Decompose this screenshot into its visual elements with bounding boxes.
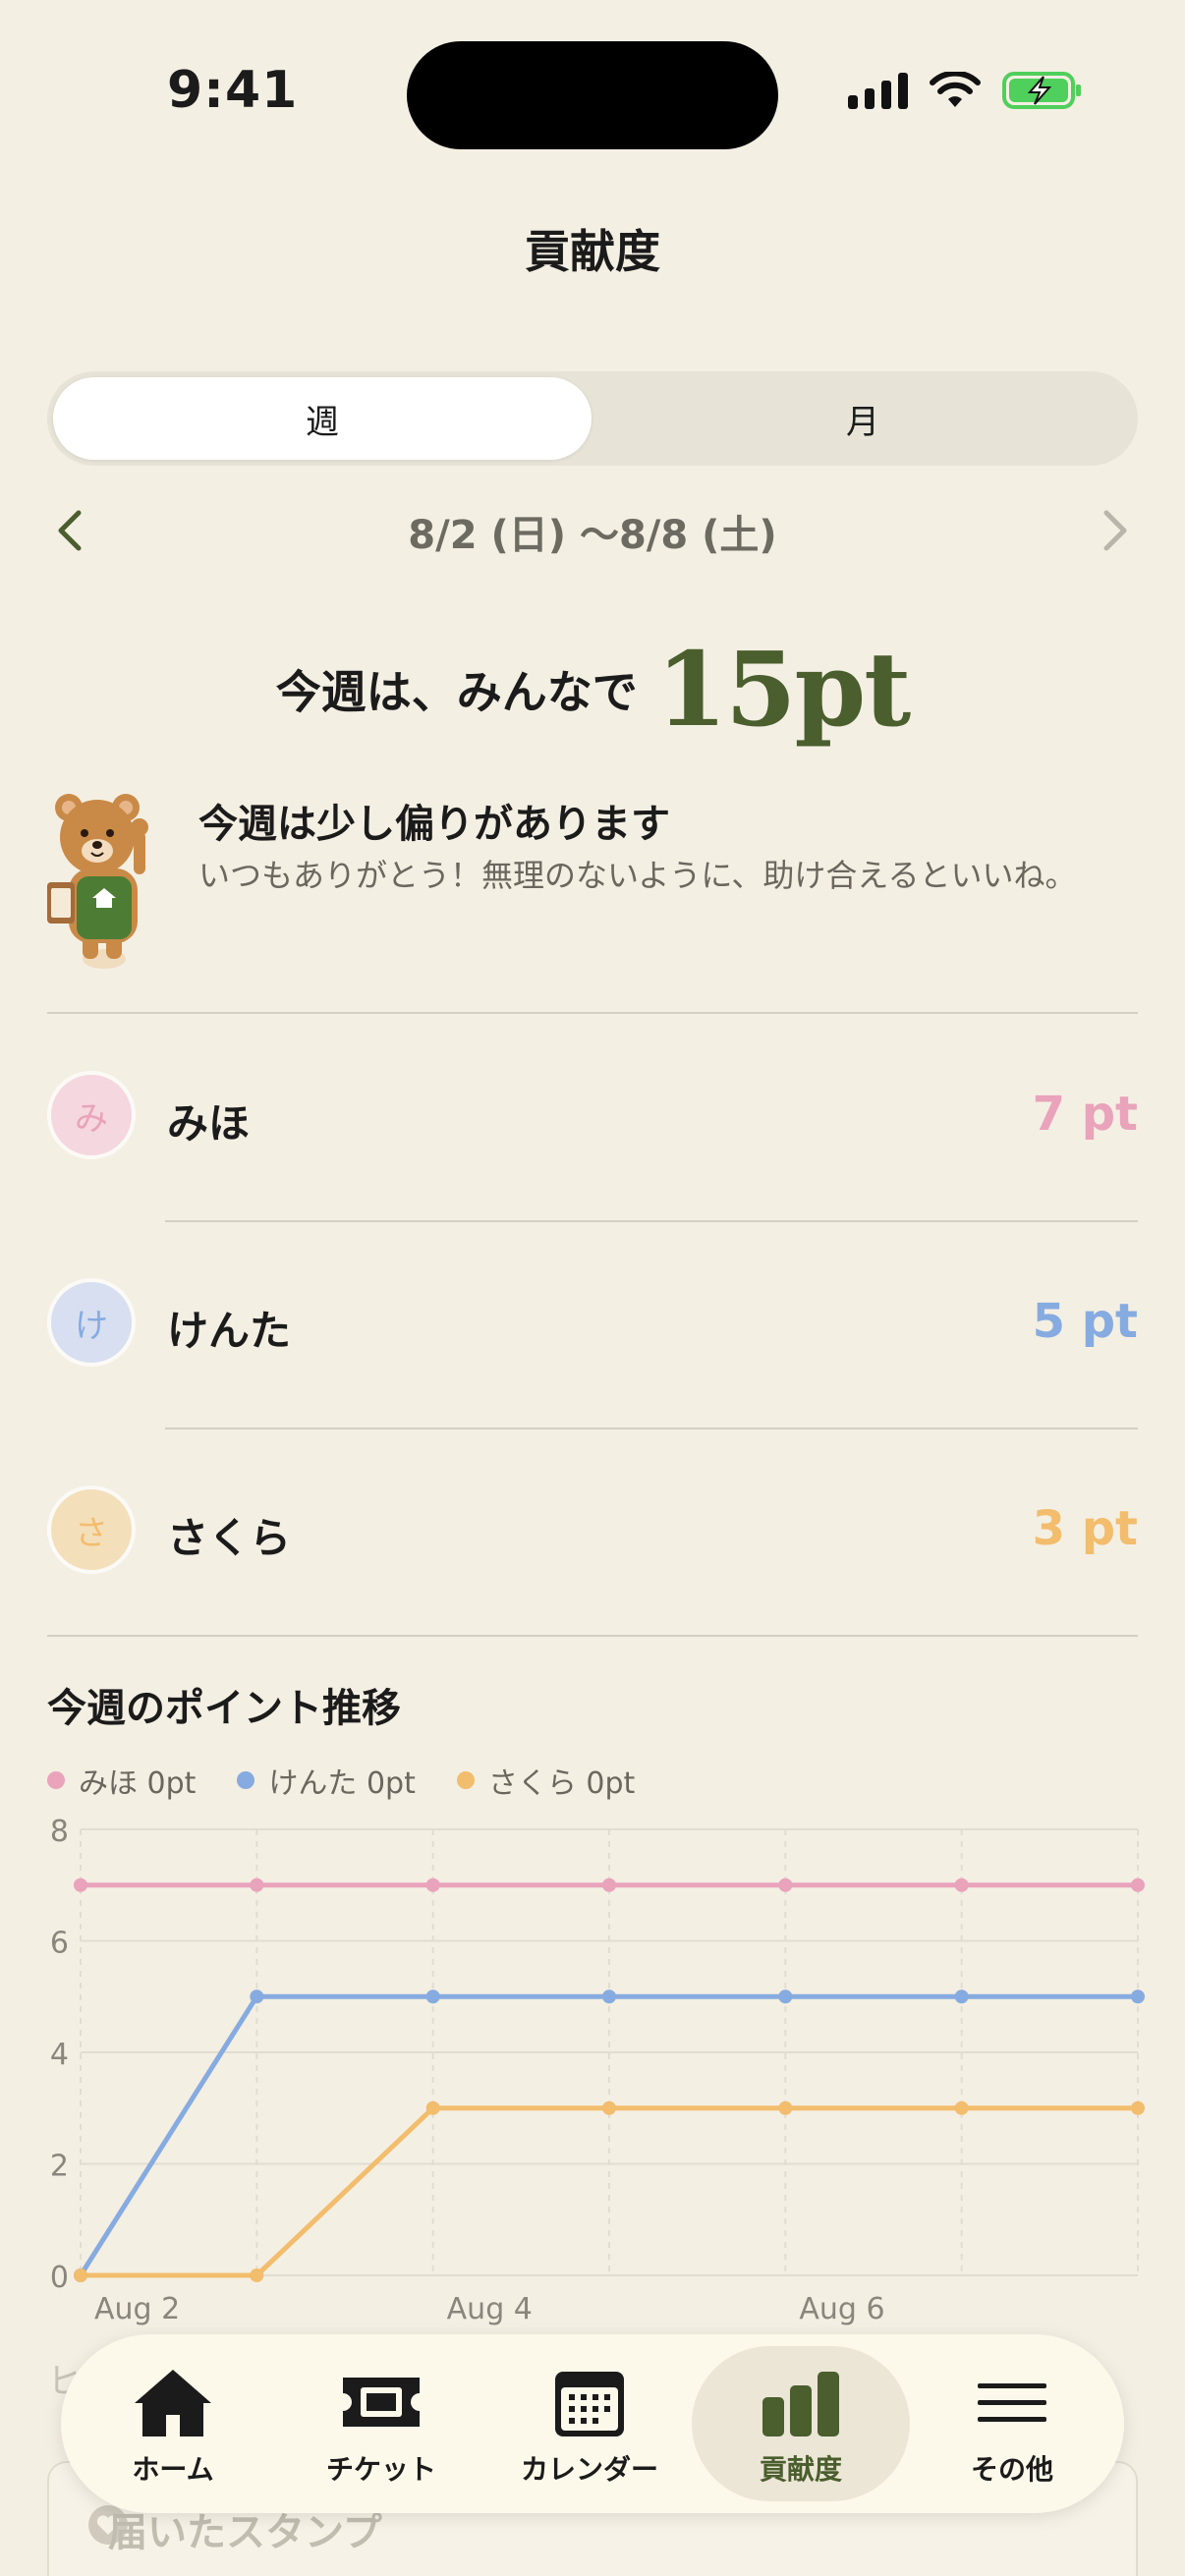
- member-row-kenta[interactable]: け けんた 5 pt: [47, 1221, 1138, 1428]
- tab-label: その他: [970, 2453, 1053, 2486]
- member-name: みほ: [167, 1099, 251, 1148]
- legend-label: みほ 0pt: [79, 1766, 197, 1801]
- tab-bar: ホーム チケット カレンダー 貢献度 その他: [61, 2334, 1124, 2513]
- bar-chart-icon: [762, 2372, 839, 2436]
- avatar-initial: け: [75, 1306, 108, 1346]
- data-point: [74, 1877, 87, 1892]
- cellular-signal-icon: [848, 72, 908, 109]
- x-tick-label: Aug 4: [447, 2292, 533, 2326]
- tab-ticket[interactable]: チケット: [283, 2346, 480, 2501]
- segment-month[interactable]: 月: [593, 377, 1132, 460]
- page-title: 貢献度: [525, 225, 660, 278]
- data-point: [1131, 2100, 1145, 2115]
- tab-calendar[interactable]: カレンダー: [491, 2346, 688, 2501]
- data-point: [778, 1877, 793, 1892]
- legend-item-miho: みほ 0pt: [47, 1759, 196, 1802]
- data-point: [1131, 1989, 1145, 2004]
- data-point: [778, 2100, 793, 2115]
- y-tick-label: 4: [50, 2038, 69, 2072]
- tab-more[interactable]: その他: [914, 2346, 1110, 2501]
- data-point: [425, 1877, 440, 1892]
- x-tick-label: Aug 2: [94, 2292, 180, 2326]
- chevron-right-icon[interactable]: [1089, 505, 1138, 556]
- member-name: さくら: [167, 1514, 292, 1562]
- home-icon: [135, 2370, 211, 2436]
- y-tick-label: 6: [50, 1927, 69, 1961]
- weekly-total: 今週は、みんなで 15pt: [0, 629, 1185, 750]
- tab-contribution[interactable]: 貢献度: [692, 2346, 910, 2501]
- data-point: [602, 2100, 616, 2115]
- tab-home[interactable]: ホーム: [75, 2346, 271, 2501]
- legend-dot: [47, 1771, 65, 1789]
- ticket-icon: [343, 2378, 420, 2427]
- data-point: [425, 1989, 440, 2004]
- avatar-initial: み: [75, 1098, 108, 1139]
- legend-dot: [237, 1771, 255, 1789]
- total-points: 15pt: [655, 629, 911, 750]
- period-segmented-control: 週 月: [47, 371, 1138, 466]
- date-navigator: 8/2 (日) 〜8/8 (土): [47, 491, 1138, 570]
- data-point: [602, 1989, 616, 2004]
- data-point: [250, 2268, 264, 2282]
- points-line-chart: 0 2 4 6 8 Aug 2 Aug 4 Aug 6: [50, 1815, 1145, 2326]
- message-body: いつもありがとう！無理のないように、助け合えるといいね。: [198, 857, 1077, 894]
- data-point: [778, 1989, 793, 2004]
- member-points: 7 pt: [1032, 1087, 1138, 1142]
- legend-item-sakura: さくら 0pt: [456, 1759, 636, 1802]
- dynamic-island: [407, 41, 778, 149]
- data-point: [954, 1877, 969, 1892]
- x-tick-label: Aug 6: [799, 2292, 884, 2326]
- tab-label: カレンダー: [520, 2453, 658, 2486]
- y-tick-label: 2: [50, 2150, 69, 2184]
- message-title: 今週は少し偏りがあります: [198, 802, 670, 847]
- data-point: [250, 1989, 264, 2004]
- status-bar: 9:41: [0, 0, 1185, 187]
- avatar: さ: [47, 1485, 136, 1574]
- member-row-sakura[interactable]: さ さくら 3 pt: [47, 1428, 1138, 1635]
- legend-label: さくら 0pt: [487, 1766, 636, 1801]
- total-prefix: 今週は、みんなで: [275, 665, 638, 719]
- date-range: 8/2 (日) 〜8/8 (土): [408, 513, 777, 558]
- member-points: 5 pt: [1032, 1294, 1138, 1349]
- y-tick-label: 0: [50, 2261, 69, 2295]
- divider: [47, 1635, 1138, 1637]
- avatar-initial: さ: [75, 1513, 108, 1553]
- battery-charging-icon: [1002, 72, 1081, 109]
- data-point: [602, 1877, 616, 1892]
- chart-legend: みほ 0pt けんた 0pt さくら 0pt: [47, 1759, 635, 1802]
- data-point: [954, 1989, 969, 2004]
- tab-label: チケット: [325, 2453, 436, 2486]
- calendar-icon: [555, 2372, 624, 2436]
- member-row-miho[interactable]: み みほ 7 pt: [47, 1014, 1138, 1220]
- status-icons: [848, 71, 1083, 110]
- menu-icon: [978, 2383, 1046, 2422]
- avatar: み: [47, 1071, 136, 1159]
- wifi-icon: [930, 72, 981, 107]
- data-point: [250, 1877, 264, 1892]
- chart-title: 今週のポイント推移: [47, 1686, 401, 1731]
- segment-week[interactable]: 週: [53, 377, 592, 460]
- bear-mascot-icon: [47, 794, 148, 969]
- member-name: けんた: [167, 1307, 292, 1355]
- data-point: [1131, 1877, 1145, 1892]
- legend-label: けんた 0pt: [268, 1766, 416, 1801]
- data-point: [954, 2100, 969, 2115]
- legend-dot: [456, 1771, 475, 1789]
- status-time: 9:41: [167, 61, 299, 120]
- legend-item-kenta: けんた 0pt: [237, 1759, 416, 1802]
- member-points: 3 pt: [1032, 1501, 1138, 1556]
- balance-message: 今週は少し偏りがあります いつもありがとう！無理のないように、助け合えるといいね…: [43, 786, 1144, 973]
- data-point: [425, 2100, 440, 2115]
- series-line: [81, 2105, 1138, 2278]
- tab-label: 貢献度: [759, 2453, 842, 2486]
- avatar: け: [47, 1278, 136, 1367]
- y-tick-label: 8: [50, 1815, 69, 1849]
- tab-label: ホーム: [132, 2453, 214, 2486]
- data-point: [74, 2268, 87, 2282]
